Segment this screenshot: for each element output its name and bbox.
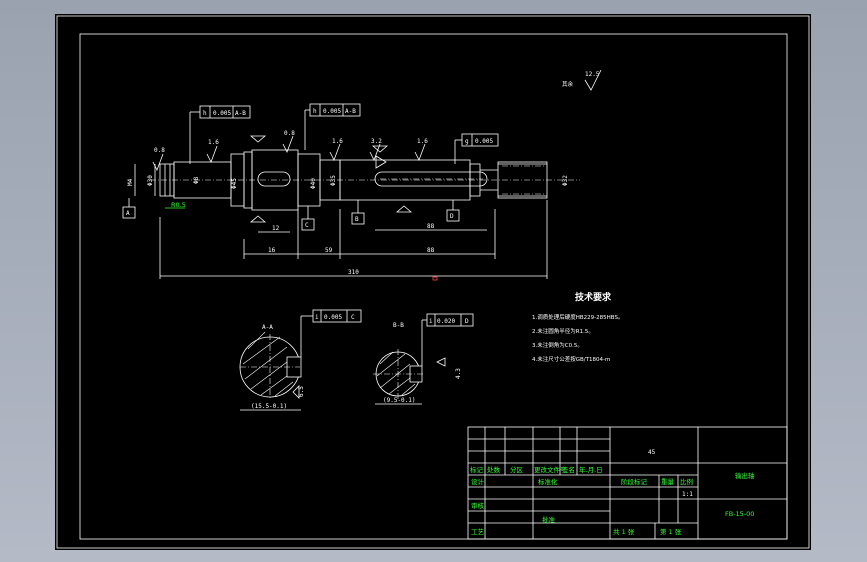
section-mark-b-bottom [395, 205, 413, 213]
svg-text:59: 59 [325, 247, 333, 254]
svg-text:Φ32: Φ32 [562, 175, 569, 186]
section-a-a: A-A i 0.005 C (15.5-0.1) 6.5 [239, 309, 362, 411]
svg-text:第 1 张: 第 1 张 [660, 527, 682, 536]
svg-text:g: g [465, 138, 469, 145]
tolerance-frame-3: g 0.005 [454, 133, 499, 164]
svg-text:16: 16 [268, 247, 276, 254]
svg-text:Φ8: Φ8 [193, 176, 200, 184]
svg-text:M4: M4 [127, 178, 134, 186]
svg-text:i: i [429, 318, 433, 325]
drawing-canvas[interactable]: 其余 12.5 h 0.005 A-B h 0.005 A-B g 0.005 … [55, 14, 811, 550]
svg-text:1.调质处理后硬度HB229-285HBS。: 1.调质处理后硬度HB229-285HBS。 [532, 313, 623, 321]
svg-text:2.未注圆角半径为R1.5。: 2.未注圆角半径为R1.5。 [532, 327, 594, 335]
cursor-marker [432, 276, 438, 281]
svg-text:0.8: 0.8 [284, 130, 295, 137]
svg-text:0.005: 0.005 [213, 110, 231, 117]
svg-text:C: C [305, 222, 309, 229]
section-mark-b-top [371, 145, 389, 153]
svg-text:阶段标记: 阶段标记 [621, 477, 648, 486]
svg-text:FB-15-00: FB-15-00 [725, 510, 754, 518]
svg-text:88: 88 [427, 247, 435, 254]
svg-text:比例: 比例 [680, 477, 693, 486]
svg-text:D: D [465, 318, 469, 325]
svg-text:0.005: 0.005 [323, 108, 341, 115]
svg-text:Φ30: Φ30 [147, 175, 154, 186]
svg-text:C: C [351, 314, 355, 321]
svg-text:批准: 批准 [542, 515, 556, 524]
svg-text:0.8: 0.8 [154, 147, 165, 154]
svg-text:分区: 分区 [510, 465, 524, 474]
svg-text:3.未注倒角为C0.5。: 3.未注倒角为C0.5。 [532, 341, 583, 349]
svg-text:技术要求: 技术要求 [575, 291, 612, 303]
svg-text:设计: 设计 [471, 477, 485, 486]
svg-text:i: i [315, 314, 319, 321]
svg-text:4.3: 4.3 [455, 368, 462, 379]
section-b-b: B-B i 0.020 D (9.5-0.1) 4.3 [373, 313, 474, 405]
svg-text:Φ45: Φ45 [231, 178, 238, 189]
svg-text:标记: 标记 [470, 465, 484, 474]
datum-d: D [446, 200, 460, 222]
svg-text:12: 12 [272, 225, 280, 232]
svg-text:审核: 审核 [471, 501, 485, 510]
datum-b: B [351, 200, 365, 225]
svg-text:12.5: 12.5 [585, 71, 600, 78]
title-block: 45 输出轴 FB-15-00 标记 处数 分区 更改文件号 签名 年.月.日 … [467, 426, 788, 540]
svg-text:重量: 重量 [661, 478, 675, 486]
svg-text:D: D [450, 213, 454, 220]
svg-text:输出轴: 输出轴 [735, 471, 755, 480]
svg-text:310: 310 [348, 269, 359, 276]
svg-text:(9.5-0.1): (9.5-0.1) [383, 397, 416, 404]
cad-application-window: 其余 12.5 h 0.005 A-B h 0.005 A-B g 0.005 … [0, 0, 867, 562]
svg-text:1:1: 1:1 [682, 491, 693, 498]
svg-text:B: B [355, 216, 359, 223]
svg-text:A: A [126, 210, 130, 217]
outer-frame [56, 15, 810, 549]
svg-text:1.6: 1.6 [417, 138, 428, 145]
svg-text:45: 45 [648, 449, 656, 456]
svg-text:Φ40: Φ40 [310, 178, 317, 189]
svg-text:标准化: 标准化 [538, 477, 558, 486]
svg-text:B-B: B-B [393, 322, 404, 329]
svg-text:(15.5-0.1): (15.5-0.1) [251, 403, 287, 410]
horizontal-dims: 310 16 59 88 12 88 [159, 200, 548, 279]
svg-text:处数: 处数 [487, 465, 501, 474]
svg-text:Φ35: Φ35 [330, 175, 337, 186]
svg-text:0.020: 0.020 [437, 318, 455, 325]
section-mark-a-top [249, 135, 267, 143]
svg-text:工艺: 工艺 [471, 528, 485, 536]
section-mark-a-bottom [249, 215, 267, 223]
svg-text:0.005: 0.005 [475, 138, 493, 145]
technical-requirements: 技术要求 1.调质处理后硬度HB229-285HBS。 2.未注圆角半径为R1.… [532, 291, 623, 363]
svg-text:R0.5: R0.5 [171, 201, 186, 209]
svg-text:h: h [203, 110, 207, 117]
svg-text:A-A: A-A [262, 324, 273, 331]
svg-text:A-B: A-B [345, 108, 356, 115]
svg-text:4.未注尺寸公差按GB/T1804-m: 4.未注尺寸公差按GB/T1804-m [532, 355, 610, 363]
svg-text:88: 88 [427, 223, 435, 230]
svg-text:其余: 其余 [562, 80, 574, 88]
datum-c: C [301, 206, 315, 231]
svg-text:A-B: A-B [235, 110, 246, 117]
svg-text:签名: 签名 [562, 465, 575, 474]
svg-text:0.005: 0.005 [324, 314, 342, 321]
engineering-drawing: 其余 12.5 h 0.005 A-B h 0.005 A-B g 0.005 … [56, 15, 810, 549]
svg-text:h: h [313, 108, 317, 115]
svg-text:年.月.日: 年.月.日 [579, 465, 603, 474]
chamfer-note: R0.5 [165, 201, 186, 209]
svg-text:3.2: 3.2 [371, 138, 382, 145]
roughness-other-symbol: 其余 12.5 [562, 69, 602, 91]
tolerance-frame-1: h 0.005 A-B [189, 105, 251, 164]
svg-text:共 1 张: 共 1 张 [613, 527, 635, 536]
datum-a: A [122, 198, 136, 219]
svg-text:1.6: 1.6 [208, 139, 219, 146]
svg-text:1.6: 1.6 [332, 138, 343, 145]
